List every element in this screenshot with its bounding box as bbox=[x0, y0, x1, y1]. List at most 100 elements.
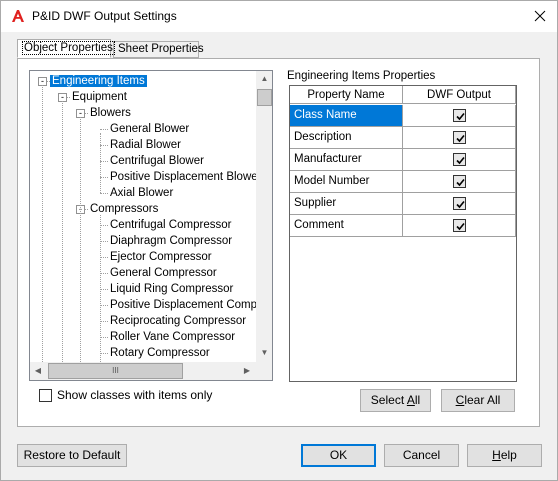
tab-sheet-properties[interactable]: Sheet Properties bbox=[113, 41, 204, 58]
tree-node[interactable]: Diaphragm Compressor bbox=[108, 233, 234, 249]
tree-node[interactable]: Radial Blower bbox=[108, 137, 183, 153]
tree-node-label: Rotary Compressor bbox=[110, 347, 210, 359]
tab-label: Object Properties bbox=[22, 41, 115, 55]
dwf-output-checkbox[interactable] bbox=[453, 175, 466, 188]
dwf-output-cell bbox=[403, 105, 516, 126]
dwf-output-checkbox[interactable] bbox=[453, 131, 466, 144]
tab-label: Sheet Properties bbox=[118, 43, 204, 55]
tree-node-label: Diaphragm Compressor bbox=[110, 235, 233, 247]
autocad-app-icon bbox=[12, 10, 24, 22]
tree-node-label: Centrifugal Blower bbox=[110, 155, 204, 167]
scroll-left-icon[interactable]: ◀ bbox=[33, 366, 43, 375]
tree-node[interactable]: Centrifugal Blower bbox=[108, 153, 206, 169]
property-name-cell[interactable]: Comment bbox=[290, 215, 403, 236]
property-name-cell[interactable]: Description bbox=[290, 127, 403, 148]
tree-node[interactable]: Engineering Items bbox=[49, 73, 148, 89]
checkmark-icon bbox=[456, 156, 465, 165]
window-title: P&ID DWF Output Settings bbox=[32, 9, 177, 23]
tree-node-label: Blowers bbox=[90, 107, 131, 119]
tree-node-label: Roller Vane Compressor bbox=[110, 331, 236, 343]
tree-node-label: Liquid Ring Compressor bbox=[110, 283, 234, 295]
tree-connector bbox=[100, 273, 108, 274]
properties-group-label: Engineering Items Properties bbox=[287, 70, 436, 82]
tree-connector bbox=[100, 241, 108, 242]
tree-node-label: Positive Displacement Blower bbox=[110, 171, 256, 183]
tab-object-properties[interactable]: Object Properties bbox=[17, 39, 115, 58]
tree-horizontal-scrollbar[interactable]: ◀ III ▶ bbox=[30, 362, 256, 380]
dwf-output-checkbox[interactable] bbox=[453, 197, 466, 210]
property-name-cell[interactable]: Supplier bbox=[290, 193, 403, 214]
tree-node-label: Reciprocating Compressor bbox=[110, 315, 247, 327]
cancel-button[interactable]: Cancel bbox=[384, 444, 459, 467]
tree-connector bbox=[100, 177, 108, 178]
tree-guide-line bbox=[100, 133, 101, 193]
tree-node[interactable]: Axial Blower bbox=[108, 185, 175, 201]
tree-node[interactable]: Centrifugal Compressor bbox=[108, 217, 233, 233]
dwf-output-checkbox[interactable] bbox=[453, 109, 466, 122]
tree-node[interactable]: Positive Displacement Blower bbox=[108, 169, 256, 185]
close-icon[interactable] bbox=[525, 3, 555, 29]
tree-connector bbox=[100, 193, 108, 194]
tree-node[interactable]: Compressors bbox=[88, 201, 160, 217]
dwf-output-cell bbox=[403, 127, 516, 148]
property-row[interactable]: Model Number bbox=[290, 171, 516, 193]
restore-default-button[interactable]: Restore to Default bbox=[17, 444, 127, 467]
show-classes-checkbox[interactable] bbox=[39, 389, 52, 402]
property-row[interactable]: Manufacturer bbox=[290, 149, 516, 171]
dwf-output-cell bbox=[403, 149, 516, 170]
tree-connector bbox=[100, 257, 108, 258]
scroll-thumb[interactable] bbox=[257, 89, 272, 106]
tree-node-label: General Compressor bbox=[110, 267, 217, 279]
checkmark-icon bbox=[456, 200, 465, 209]
tree-node[interactable]: General Blower bbox=[108, 121, 191, 137]
tree-node[interactable]: Positive Displacement Compres bbox=[108, 297, 256, 313]
class-tree[interactable]: Engineering Items - Equipment - Blowers - Gene… bbox=[29, 70, 273, 381]
dwf-output-cell bbox=[403, 193, 516, 214]
help-button[interactable]: Help bbox=[467, 444, 542, 467]
scroll-down-icon[interactable]: ▼ bbox=[256, 348, 272, 357]
property-name-cell[interactable]: Model Number bbox=[290, 171, 403, 192]
checkmark-icon bbox=[456, 112, 465, 121]
ok-button[interactable]: OK bbox=[301, 444, 376, 467]
property-name-cell[interactable]: Manufacturer bbox=[290, 149, 403, 170]
tree-node[interactable]: Liquid Ring Compressor bbox=[108, 281, 235, 297]
tree-node[interactable]: Rotary Compressor bbox=[108, 345, 212, 361]
tree-guide-line bbox=[62, 101, 63, 362]
tree-node[interactable]: Equipment bbox=[70, 89, 129, 105]
scroll-up-icon[interactable]: ▲ bbox=[256, 74, 272, 83]
tree-connector bbox=[100, 145, 108, 146]
scroll-corner bbox=[256, 362, 272, 380]
checkmark-icon bbox=[456, 134, 465, 143]
tree-node[interactable]: Reciprocating Compressor bbox=[108, 313, 248, 329]
property-row[interactable]: Supplier bbox=[290, 193, 516, 215]
tree-node-label: Radial Blower bbox=[110, 139, 181, 151]
title-bar: P&ID DWF Output Settings bbox=[1, 1, 557, 32]
property-row[interactable]: Class Name bbox=[290, 105, 516, 127]
property-name-cell[interactable]: Class Name bbox=[290, 105, 403, 126]
tree-node-label: General Blower bbox=[110, 123, 190, 135]
select-all-button[interactable]: Select All bbox=[360, 389, 431, 412]
tree-connector bbox=[100, 225, 108, 226]
property-row[interactable]: Comment bbox=[290, 215, 516, 237]
tree-node[interactable]: General Compressor bbox=[108, 265, 219, 281]
column-header-property-name[interactable]: Property Name bbox=[290, 86, 403, 104]
tree-connector bbox=[100, 289, 108, 290]
tree-vertical-scrollbar[interactable]: ▲ ▼ bbox=[256, 71, 272, 362]
tree-node[interactable]: Blowers bbox=[88, 105, 133, 121]
tree-node[interactable]: Roller Vane Compressor bbox=[108, 329, 237, 345]
tree-node-label: Centrifugal Compressor bbox=[110, 219, 232, 231]
dialog-window: P&ID DWF Output Settings Object Properti… bbox=[0, 0, 558, 481]
checkmark-icon bbox=[456, 222, 465, 231]
column-header-dwf-output[interactable]: DWF Output bbox=[403, 86, 516, 104]
checkmark-icon bbox=[456, 178, 465, 187]
properties-grid[interactable]: Property Name DWF Output Class Name Descr… bbox=[289, 85, 517, 382]
dwf-output-checkbox[interactable] bbox=[453, 219, 466, 232]
hscroll-thumb[interactable]: III bbox=[48, 363, 183, 379]
property-row[interactable]: Description bbox=[290, 127, 516, 149]
tree-connector bbox=[100, 353, 108, 354]
tree-node-label: Equipment bbox=[72, 91, 127, 103]
dwf-output-checkbox[interactable] bbox=[453, 153, 466, 166]
tree-node[interactable]: Ejector Compressor bbox=[108, 249, 214, 265]
scroll-right-icon[interactable]: ▶ bbox=[242, 366, 252, 375]
clear-all-button[interactable]: Clear All bbox=[441, 389, 515, 412]
